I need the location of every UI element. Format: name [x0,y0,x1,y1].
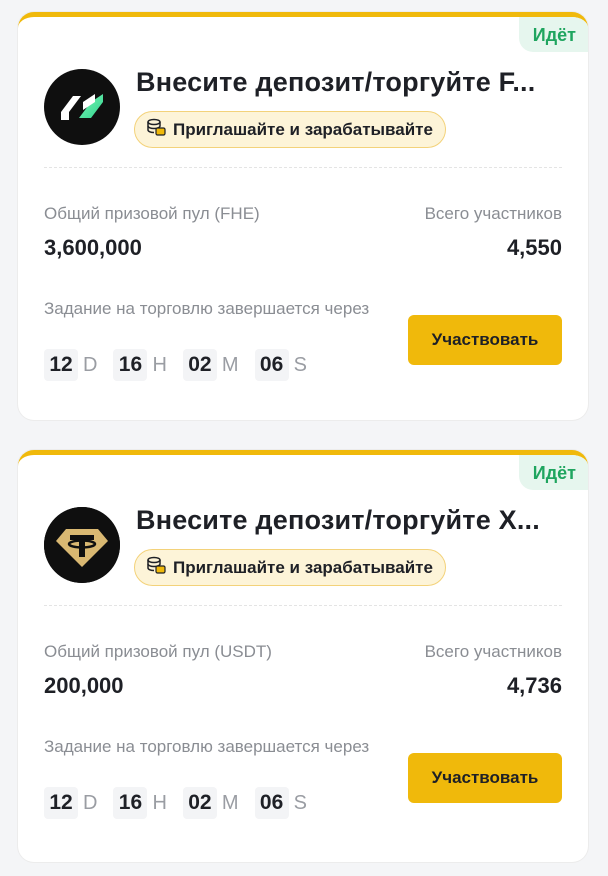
coins-icon [145,555,167,580]
countdown-minutes-unit: M [221,353,239,376]
countdown-seconds: 06 [254,349,289,381]
divider [44,605,562,606]
campaign-card[interactable]: Идёт Внесите депозит/торгуйте X... Пригл… [18,450,588,862]
countdown-timer: 12 D 16 H 02 M 06 S [44,349,323,381]
countdown-hours-unit: H [152,791,167,814]
campaign-title: Внесите депозит/торгуйте F... [136,67,536,97]
countdown-minutes: 02 [182,349,217,381]
campaign-card[interactable]: Идёт Внесите депозит/торгуйте F... Пригл… [18,12,588,420]
countdown-seconds-unit: S [293,353,307,376]
divider [44,167,562,168]
participants-label: Всего участников [424,642,562,661]
prize-pool-value: 200,000 [44,673,124,698]
campaign-title: Внесите депозит/торгуйте X... [136,505,540,535]
invite-earn-label: Приглашайте и зарабатывайте [173,557,433,577]
countdown-hours: 16 [113,349,148,381]
participants-label: Всего участников [424,204,562,223]
countdown-timer: 12 D 16 H 02 M 06 S [44,787,323,819]
coins-icon [145,117,167,142]
ends-in-label: Задание на торговлю завершается через [44,737,370,756]
ends-in-label: Задание на торговлю завершается через [44,299,370,318]
countdown-days-unit: D [83,353,98,376]
tether-logo-icon [44,507,120,583]
participants-value: 4,736 [506,673,562,698]
invite-earn-badge[interactable]: Приглашайте и зарабатывайте [134,111,446,148]
countdown-days: 12 [44,349,78,381]
countdown-hours: 16 [113,787,148,819]
participants-value: 4,550 [506,235,562,260]
countdown-minutes: 02 [182,787,217,819]
prize-pool-label: Общий призовой пул (USDT) [44,642,272,661]
participate-button[interactable]: Участвовать [408,753,562,803]
prize-pool-label: Общий призовой пул (FHE) [44,204,260,223]
fhe-logo-icon [44,69,120,145]
countdown-hours-unit: H [152,353,167,376]
countdown-days: 12 [44,787,78,819]
status-badge: Идёт [518,455,588,490]
invite-earn-label: Приглашайте и зарабатывайте [173,119,433,139]
prize-pool-value: 3,600,000 [44,235,142,260]
invite-earn-badge[interactable]: Приглашайте и зарабатывайте [134,549,446,586]
countdown-minutes-unit: M [221,791,239,814]
status-badge: Идёт [518,17,588,52]
countdown-seconds-unit: S [293,791,307,814]
countdown-seconds: 06 [254,787,289,819]
countdown-days-unit: D [83,791,98,814]
participate-button[interactable]: Участвовать [408,315,562,365]
